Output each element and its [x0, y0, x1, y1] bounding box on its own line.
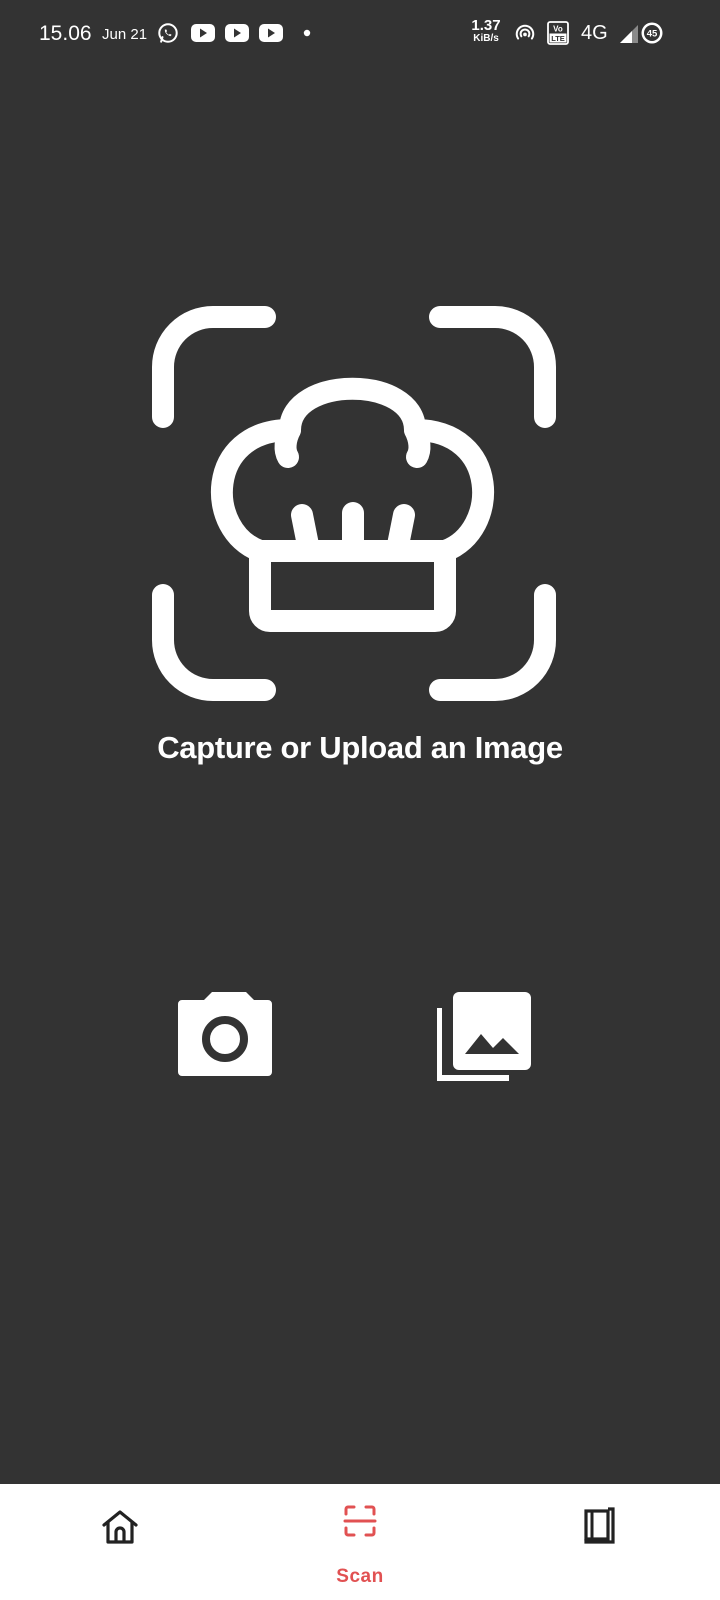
nav-scan[interactable]: Scan: [300, 1484, 420, 1600]
youtube-icon: [259, 24, 283, 42]
dot-icon: [303, 29, 311, 37]
book-icon: [584, 1507, 615, 1544]
battery-icon: 45: [641, 22, 663, 44]
scan-icon: [343, 1505, 377, 1537]
status-date: Jun 21: [102, 26, 148, 43]
network-speed-value: 1.37: [471, 17, 501, 34]
nav-home[interactable]: [60, 1484, 180, 1600]
network-speed-unit: KiB/s: [473, 33, 499, 44]
nav-scan-label: Scan: [336, 1566, 384, 1587]
nav-recipes[interactable]: [540, 1484, 660, 1600]
screen: 15.06 Jun 21 1.37 KiB/s Vo LTE 4G 45 Cap…: [0, 0, 720, 1600]
signal-icon: [620, 25, 638, 43]
network-type: 4G: [581, 22, 608, 44]
svg-text:Vo: Vo: [553, 25, 563, 34]
svg-text:LTE: LTE: [551, 34, 565, 43]
camera-icon: [178, 992, 272, 1076]
hotspot-icon: [515, 24, 535, 40]
camera-button[interactable]: [178, 990, 278, 1090]
status-time: 15.06: [39, 22, 92, 45]
bottom-nav: Scan: [0, 1484, 720, 1600]
whatsapp-icon: [158, 23, 178, 43]
status-bar: 15.06 Jun 21 1.37 KiB/s Vo LTE 4G 45: [0, 0, 720, 70]
gallery-button[interactable]: [436, 990, 537, 1090]
gallery-icon: [436, 992, 531, 1081]
network-speed: 1.37 KiB/s: [466, 18, 506, 44]
home-icon: [102, 1510, 138, 1544]
battery-level: 45: [647, 29, 658, 40]
volte-icon: Vo LTE: [547, 21, 569, 45]
capture-prompt: Capture or Upload an Image: [157, 730, 563, 765]
chef-hat-scan-icon: [152, 306, 556, 701]
youtube-icon: [225, 24, 249, 42]
youtube-icon: [191, 24, 215, 42]
